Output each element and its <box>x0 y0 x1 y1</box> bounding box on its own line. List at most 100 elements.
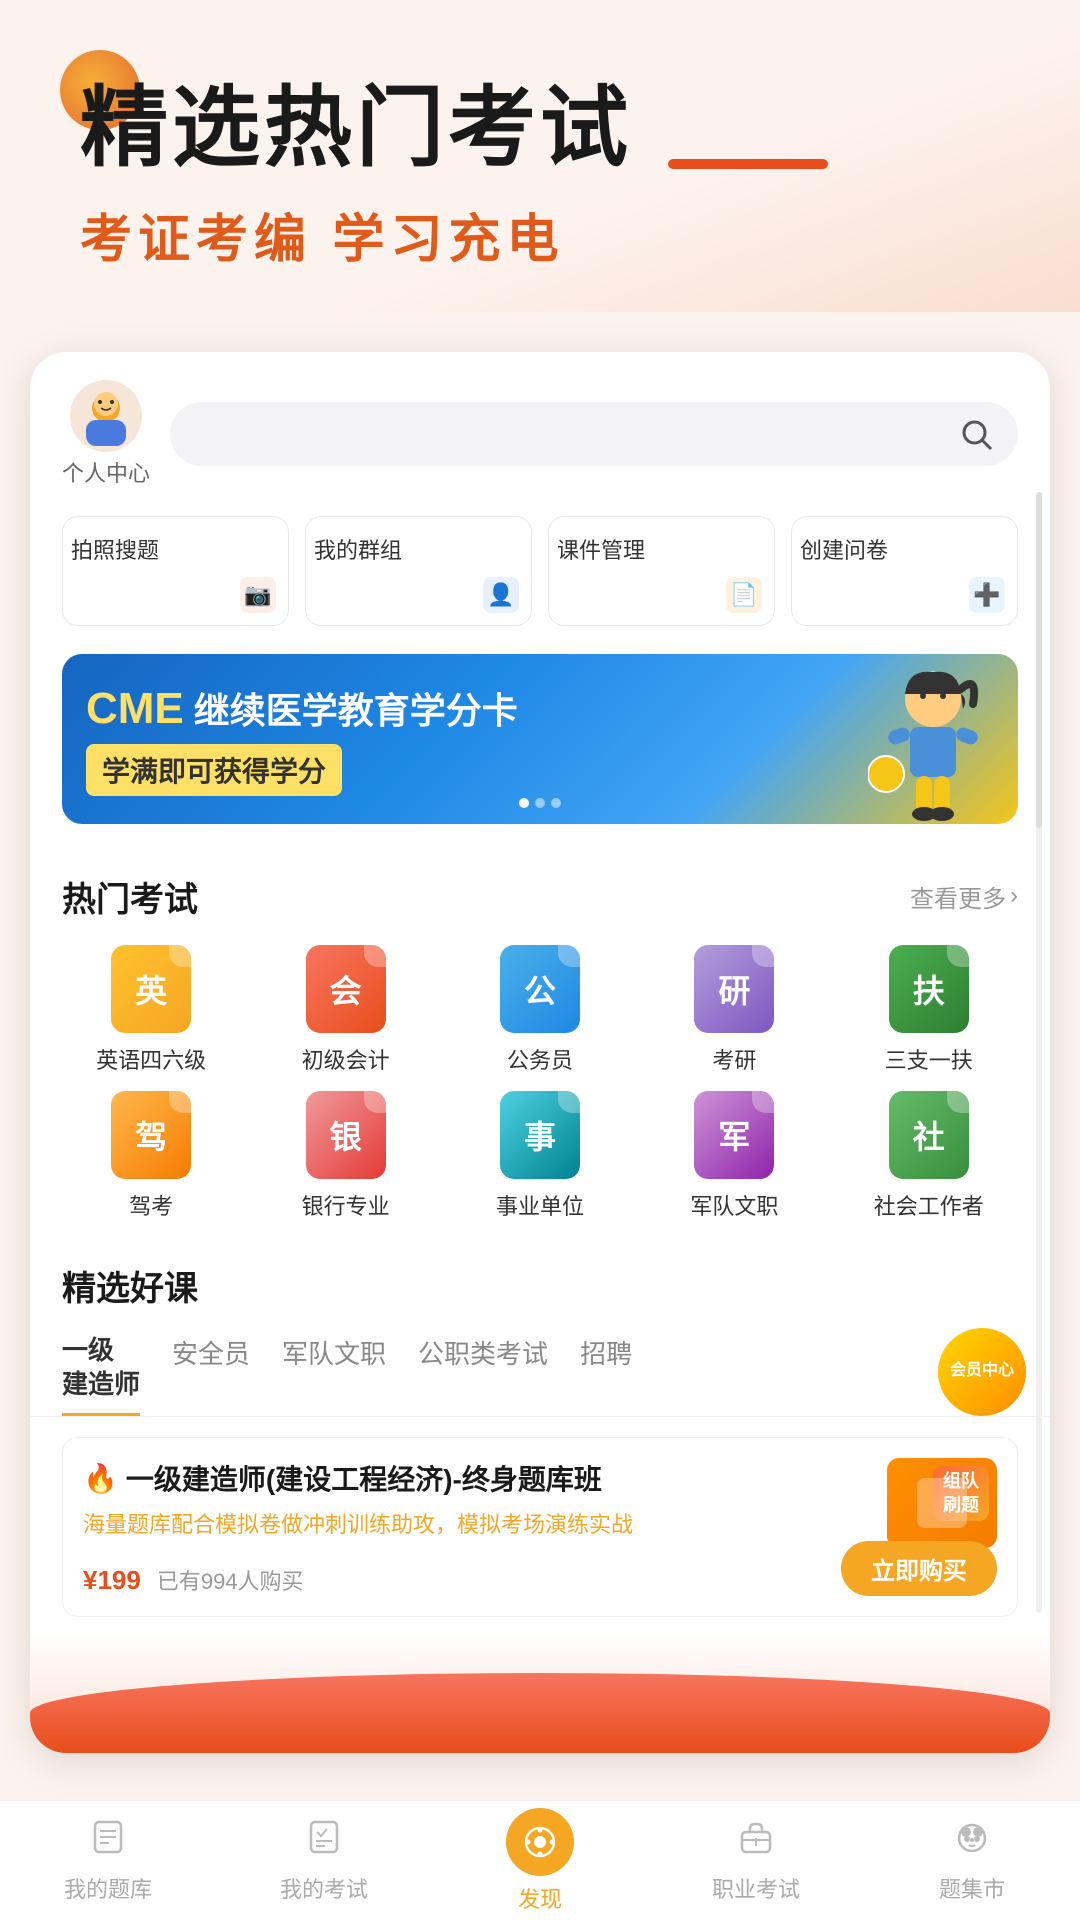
photo-label: 拍照搜题 <box>71 533 159 565</box>
nav-my-exams[interactable]: 我的考试 <box>234 1818 414 1904</box>
banner-subtitle-box: 学满即可获得学分 <box>86 744 342 796</box>
course-price: ¥199 <box>83 1565 141 1596</box>
exam-item-institution[interactable]: 事 事业单位 <box>482 1091 598 1221</box>
quick-action-survey[interactable]: 创建问卷 ➕ <box>791 516 1018 626</box>
app-header: 个人中心 <box>30 352 1050 504</box>
banner-content: CME 继续医学教育学分卡 学满即可获得学分 <box>62 662 542 816</box>
tab-recruitment[interactable]: 招聘 <box>580 1334 632 1417</box>
exam-label-institution: 事业单位 <box>496 1189 584 1221</box>
course-thumb: 组队刷题 <box>887 1458 997 1548</box>
hot-exams-header: 热门考试 查看更多 › <box>30 864 1050 937</box>
my-questions-label: 我的题库 <box>64 1872 152 1904</box>
search-icon <box>958 416 994 452</box>
wave-decoration <box>30 1633 1050 1753</box>
wave-red <box>30 1673 1050 1753</box>
quick-action-photo[interactable]: 拍照搜题 📷 <box>62 516 289 626</box>
exam-item-civil[interactable]: 公 公务员 <box>482 945 598 1075</box>
course-card[interactable]: 🔥 一级建造师(建设工程经济)-终身题库班 海量题库配合模拟卷做冲刺训练助攻，模… <box>62 1437 1018 1617</box>
scrollbar-track[interactable] <box>1036 492 1042 1613</box>
exam-icon-civil: 公 <box>500 945 580 1033</box>
courseware-label: 课件管理 <box>557 533 645 565</box>
exam-item-driving[interactable]: 驾 驾考 <box>93 1091 209 1221</box>
nav-question-market[interactable]: 题集市 <box>882 1818 1062 1904</box>
question-market-icon <box>953 1818 991 1866</box>
question-market-label: 题集市 <box>939 1872 1005 1904</box>
buy-now-button[interactable]: 立即购买 <box>841 1541 997 1596</box>
tab-safety[interactable]: 安全员 <box>172 1334 250 1417</box>
bottom-nav: 我的题库 我的考试 发现 <box>0 1800 1080 1920</box>
avatar <box>70 380 142 452</box>
hero-section: 精选热门考试 考证考编 学习充电 <box>0 0 1080 312</box>
exam-label-driving: 驾考 <box>129 1189 173 1221</box>
exam-item-sanzhiyifu[interactable]: 扶 三支一扶 <box>871 945 987 1075</box>
member-center-badge[interactable]: 会员中心 <box>938 1328 1026 1416</box>
see-more-button[interactable]: 查看更多 › <box>910 879 1018 914</box>
my-questions-icon <box>89 1818 127 1866</box>
title-underline <box>668 159 828 169</box>
exam-item-social[interactable]: 社 社会工作者 <box>871 1091 987 1221</box>
tab-first-constructor[interactable]: 一级建造师 <box>62 1334 140 1417</box>
exam-icon-english: 英 <box>111 945 191 1033</box>
quick-action-courseware[interactable]: 课件管理 📄 <box>548 516 775 626</box>
banner-subtitle: 学满即可获得学分 <box>102 756 326 787</box>
exam-label-accounting: 初级会计 <box>302 1043 390 1075</box>
avatar-wrap[interactable]: 个人中心 <box>62 380 150 488</box>
exam-icon-institution: 事 <box>500 1091 580 1179</box>
exam-grid-row2: 驾 驾考 银 银行专业 事 事业单位 军 军队文职 社 社会工作者 <box>30 1083 1050 1229</box>
discover-label: 发现 <box>518 1882 562 1914</box>
group-label: 我的群组 <box>314 533 402 565</box>
good-courses-header: 精选好课 <box>30 1253 1050 1326</box>
camera-icon: 📷 <box>240 577 276 613</box>
course-students: 已有994人购买 <box>157 1564 304 1596</box>
exam-item-military[interactable]: 军 军队文职 <box>676 1091 792 1221</box>
exam-label-banking: 银行专业 <box>302 1189 390 1221</box>
exam-icon-social: 社 <box>889 1091 969 1179</box>
career-exams-label: 职业考试 <box>712 1872 800 1904</box>
nav-career-exams[interactable]: 职业考试 <box>666 1818 846 1904</box>
exam-label-civil: 公务员 <box>507 1043 573 1075</box>
hero-title: 精选热门考试 <box>80 80 1020 177</box>
good-courses-title: 精选好课 <box>62 1261 198 1310</box>
exam-icon-banking: 银 <box>306 1091 386 1179</box>
exam-label-social: 社会工作者 <box>874 1189 984 1221</box>
quick-actions: 拍照搜题 📷 我的群组 👤 课件管理 📄 创建问卷 ➕ <box>30 504 1050 646</box>
tab-public-exam[interactable]: 公职类考试 <box>418 1334 548 1417</box>
exam-icon-accounting: 会 <box>306 945 386 1033</box>
course-card-top: 🔥 一级建造师(建设工程经济)-终身题库班 海量题库配合模拟卷做冲刺训练助攻，模… <box>83 1458 997 1548</box>
exam-label-sanzhiyifu: 三支一扶 <box>885 1043 973 1075</box>
add-icon: ➕ <box>969 577 1005 613</box>
scrollbar-thumb <box>1036 492 1042 828</box>
quick-action-group[interactable]: 我的群组 👤 <box>305 516 532 626</box>
search-bar[interactable] <box>170 402 1018 466</box>
nav-my-questions[interactable]: 我的题库 <box>18 1818 198 1904</box>
my-exams-label: 我的考试 <box>280 1872 368 1904</box>
exam-grid-row1: 英 英语四六级 会 初级会计 公 公务员 研 考研 扶 三支一扶 <box>30 937 1050 1083</box>
exam-item-banking[interactable]: 银 银行专业 <box>288 1091 404 1221</box>
banner-title: CME 继续医学教育学分卡 <box>86 682 518 734</box>
banner[interactable]: CME 继续医学教育学分卡 学满即可获得学分 <box>62 654 1018 824</box>
banner-title-text: 继续医学教育学分卡 <box>194 690 518 731</box>
cme-text: CME <box>86 684 184 733</box>
discover-icon <box>506 1808 574 1876</box>
career-exams-icon <box>737 1818 775 1866</box>
app-card: 个人中心 拍照搜题 📷 我的群组 👤 课件管理 📄 创建问卷 ➕ <box>30 352 1050 1754</box>
course-name: 一级建造师(建设工程经济)-终身题库班 <box>126 1458 871 1498</box>
exam-label-english: 英语四六级 <box>96 1043 206 1075</box>
doc-icon: 📄 <box>726 577 762 613</box>
nav-discover[interactable]: 发现 <box>450 1808 630 1914</box>
member-center-label: 会员中心 <box>950 1361 1014 1382</box>
group-icon: 👤 <box>483 577 519 613</box>
exam-item-postgrad[interactable]: 研 考研 <box>676 945 792 1075</box>
hero-subtitle: 考证考编 学习充电 <box>80 197 1020 272</box>
exam-item-english[interactable]: 英 英语四六级 <box>93 945 209 1075</box>
exam-icon-sanzhiyifu: 扶 <box>889 945 969 1033</box>
survey-label: 创建问卷 <box>800 533 888 565</box>
avatar-label: 个人中心 <box>62 456 150 488</box>
exam-label-military: 军队文职 <box>690 1189 778 1221</box>
exam-item-accounting[interactable]: 会 初级会计 <box>288 945 404 1075</box>
course-fire-icon: 🔥 <box>83 1462 118 1495</box>
hot-exams-title: 热门考试 <box>62 872 198 921</box>
exam-icon-military: 军 <box>694 1091 774 1179</box>
tab-military-civil[interactable]: 军队文职 <box>282 1334 386 1417</box>
exam-icon-postgrad: 研 <box>694 945 774 1033</box>
